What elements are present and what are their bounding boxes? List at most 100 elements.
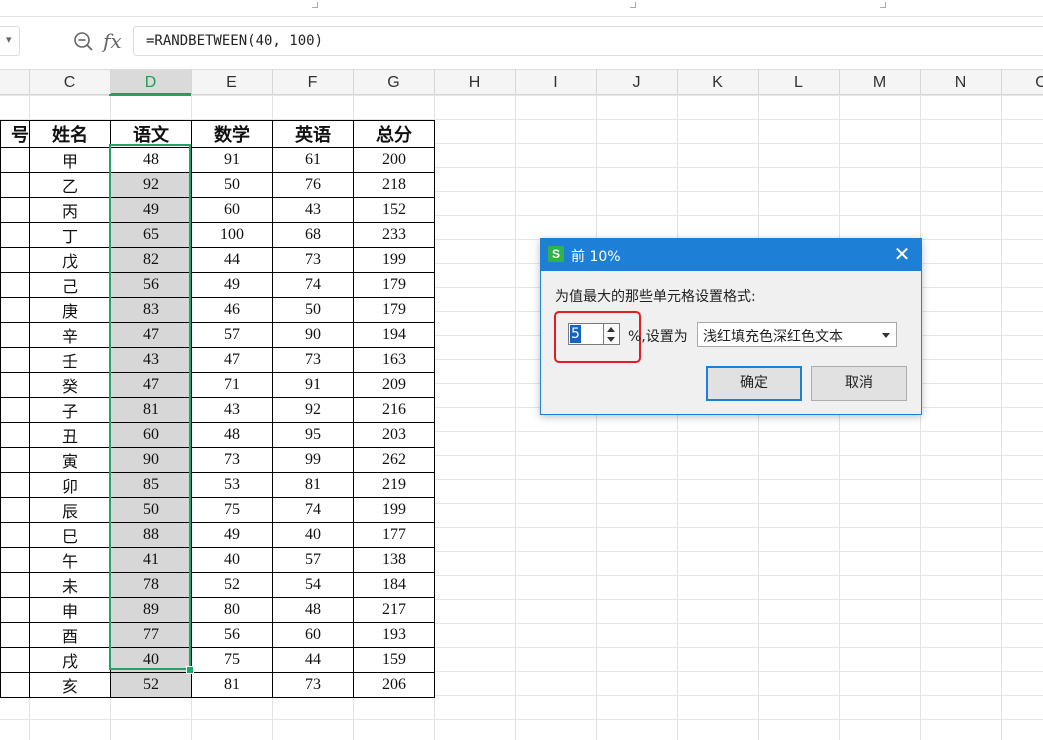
table-cell[interactable]: 217	[353, 597, 435, 623]
table-cell[interactable]	[0, 347, 30, 373]
name-cell[interactable]: 丑	[29, 422, 111, 448]
name-cell[interactable]: 未	[29, 572, 111, 598]
name-cell[interactable]: 辰	[29, 497, 111, 523]
dialog-title-bar[interactable]: S 前 10% ✕	[541, 239, 921, 271]
table-cell[interactable]: 74	[272, 272, 354, 298]
table-cell[interactable]	[0, 622, 30, 648]
name-cell[interactable]: 庚	[29, 297, 111, 323]
table-cell[interactable]: 56	[110, 272, 192, 298]
table-cell[interactable]: 65	[110, 222, 192, 248]
table-cell[interactable]: 90	[272, 322, 354, 348]
table-cell[interactable]: 75	[191, 647, 273, 673]
table-header-cell[interactable]: 英语	[272, 120, 354, 148]
column-header-g[interactable]: G	[353, 70, 434, 95]
name-cell[interactable]: 申	[29, 597, 111, 623]
table-cell[interactable]	[0, 597, 30, 623]
table-cell[interactable]: 179	[353, 272, 435, 298]
table-cell[interactable]: 75	[191, 497, 273, 523]
table-cell[interactable]	[0, 247, 30, 273]
table-cell[interactable]	[0, 572, 30, 598]
table-cell[interactable]: 81	[110, 397, 192, 423]
table-cell[interactable]: 71	[191, 372, 273, 398]
table-cell[interactable]: 56	[191, 622, 273, 648]
chevron-down-icon[interactable]: ▾	[6, 33, 12, 46]
table-cell[interactable]: 91	[191, 147, 273, 173]
table-cell[interactable]: 60	[191, 197, 273, 223]
table-cell[interactable]: 54	[272, 572, 354, 598]
table-cell[interactable]: 90	[110, 447, 192, 473]
table-cell[interactable]: 60	[110, 422, 192, 448]
column-header-d[interactable]: D	[110, 70, 191, 95]
name-cell[interactable]: 丙	[29, 197, 111, 223]
table-cell[interactable]: 99	[272, 447, 354, 473]
table-cell[interactable]: 199	[353, 247, 435, 273]
name-cell[interactable]: 己	[29, 272, 111, 298]
table-cell[interactable]: 219	[353, 472, 435, 498]
table-cell[interactable]: 48	[110, 147, 192, 173]
table-cell[interactable]: 60	[272, 622, 354, 648]
close-icon[interactable]: ✕	[891, 244, 913, 266]
table-cell[interactable]: 152	[353, 197, 435, 223]
table-cell[interactable]	[0, 147, 30, 173]
table-header-cell[interactable]: 数学	[191, 120, 273, 148]
column-header-k[interactable]: K	[677, 70, 758, 95]
table-cell[interactable]	[0, 647, 30, 673]
table-cell[interactable]	[0, 197, 30, 223]
table-cell[interactable]: 48	[191, 422, 273, 448]
table-cell[interactable]: 92	[110, 172, 192, 198]
table-cell[interactable]: 81	[191, 672, 273, 698]
name-cell[interactable]: 亥	[29, 672, 111, 698]
table-cell[interactable]: 233	[353, 222, 435, 248]
chevron-down-icon[interactable]	[882, 333, 890, 338]
column-header-i[interactable]: I	[515, 70, 596, 95]
table-cell[interactable]: 209	[353, 372, 435, 398]
column-header-j[interactable]: J	[596, 70, 677, 95]
table-cell[interactable]: 73	[272, 247, 354, 273]
table-cell[interactable]: 52	[110, 672, 192, 698]
table-cell[interactable]: 43	[110, 347, 192, 373]
formula-input[interactable]: =RANDBETWEEN(40, 100)	[133, 26, 1043, 56]
table-cell[interactable]: 199	[353, 497, 435, 523]
name-cell[interactable]: 甲	[29, 147, 111, 173]
table-cell[interactable]: 138	[353, 547, 435, 573]
table-cell[interactable]	[0, 497, 30, 523]
name-cell[interactable]: 卯	[29, 472, 111, 498]
format-dropdown[interactable]: 浅红填充色深红色文本	[697, 322, 897, 347]
name-cell[interactable]: 子	[29, 397, 111, 423]
table-cell[interactable]: 193	[353, 622, 435, 648]
table-cell[interactable]: 200	[353, 147, 435, 173]
column-header-f[interactable]: F	[272, 70, 353, 95]
column-header-c[interactable]: C	[29, 70, 110, 95]
table-header-cell[interactable]: 总分	[353, 120, 435, 148]
table-header-cell[interactable]: 号	[0, 120, 30, 148]
column-header-l[interactable]: L	[758, 70, 839, 95]
table-cell[interactable]: 47	[110, 322, 192, 348]
table-cell[interactable]: 48	[272, 597, 354, 623]
table-cell[interactable]: 179	[353, 297, 435, 323]
table-cell[interactable]: 81	[272, 472, 354, 498]
table-cell[interactable]: 206	[353, 672, 435, 698]
table-cell[interactable]	[0, 522, 30, 548]
table-cell[interactable]: 47	[191, 347, 273, 373]
cancel-button[interactable]: 取消	[811, 366, 907, 401]
name-cell[interactable]: 戌	[29, 647, 111, 673]
table-cell[interactable]	[0, 422, 30, 448]
table-cell[interactable]: 77	[110, 622, 192, 648]
column-header-n[interactable]: N	[920, 70, 1001, 95]
table-cell[interactable]: 95	[272, 422, 354, 448]
table-cell[interactable]: 194	[353, 322, 435, 348]
table-cell[interactable]: 92	[272, 397, 354, 423]
table-cell[interactable]: 40	[272, 522, 354, 548]
table-cell[interactable]	[0, 472, 30, 498]
table-cell[interactable]: 262	[353, 447, 435, 473]
table-cell[interactable]	[0, 397, 30, 423]
table-cell[interactable]: 91	[272, 372, 354, 398]
table-cell[interactable]: 49	[110, 197, 192, 223]
name-cell[interactable]: 午	[29, 547, 111, 573]
table-cell[interactable]: 163	[353, 347, 435, 373]
table-cell[interactable]: 46	[191, 297, 273, 323]
table-cell[interactable]	[0, 272, 30, 298]
table-cell[interactable]: 41	[110, 547, 192, 573]
table-cell[interactable]	[0, 172, 30, 198]
table-cell[interactable]: 216	[353, 397, 435, 423]
